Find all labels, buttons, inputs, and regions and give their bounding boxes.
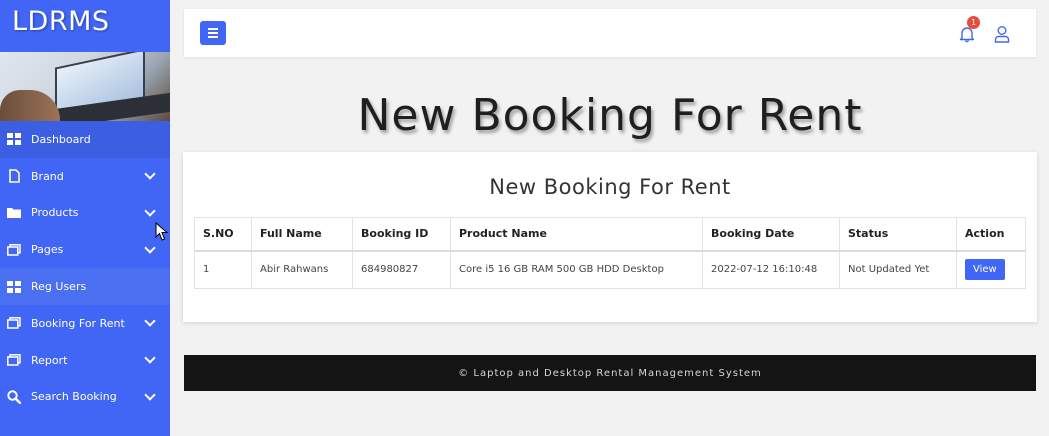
file-icon (6, 169, 22, 183)
mouse-cursor-icon (155, 222, 168, 241)
dashboard-icon (6, 132, 22, 146)
table-row: 1 Abir Rahwans 684980827 Core i5 16 GB R… (194, 250, 1026, 289)
windows-icon (6, 243, 22, 257)
chevron-down-icon[interactable] (144, 352, 156, 364)
sidebar-item-label: Reg Users (31, 280, 87, 294)
sidebar: LDRMS Dashboard Brand Products Pages Reg… (0, 0, 170, 436)
user-icon[interactable] (994, 25, 1010, 43)
sidebar-item-label: Brand (31, 169, 64, 183)
app-logo[interactable]: LDRMS (0, 0, 170, 52)
sidebar-item-label: Dashboard (31, 132, 91, 146)
sidebar-item-label: Search Booking (31, 390, 117, 404)
windows-icon (6, 353, 22, 367)
sidebar-item-reg-users[interactable]: Reg Users (0, 268, 170, 305)
booking-table: S.NO Full Name Booking ID Product Name B… (194, 217, 1026, 289)
column-header: Booking Date (702, 217, 840, 252)
column-header: Booking ID (352, 217, 451, 252)
sidebar-item-label: Booking For Rent (31, 316, 125, 330)
view-button[interactable]: View (965, 259, 1005, 281)
column-header: S.NO (194, 217, 252, 252)
page-title: New Booking For Rent (357, 90, 863, 141)
sidebar-item-label: Report (31, 353, 68, 367)
booking-card: New Booking For Rent S.NO Full Name Book… (183, 152, 1037, 322)
menu-toggle-button[interactable] (200, 21, 226, 45)
dashboard-icon (6, 280, 22, 294)
table-header-row: S.NO Full Name Booking ID Product Name B… (194, 217, 1026, 252)
sidebar-item-label: Products (31, 206, 79, 220)
cell-sno: 1 (194, 250, 252, 289)
column-header: Full Name (251, 217, 353, 252)
card-title: New Booking For Rent (489, 175, 731, 199)
chevron-down-icon[interactable] (144, 389, 156, 401)
cell-booking-date: 2022-07-12 16:10:48 (702, 250, 840, 289)
chevron-down-icon[interactable] (144, 242, 156, 254)
cell-product-name: Core i5 16 GB RAM 500 GB HDD Desktop (450, 250, 703, 289)
sidebar-item-dashboard[interactable]: Dashboard (0, 121, 170, 158)
chevron-down-icon[interactable] (144, 205, 156, 217)
sidebar-item-pages[interactable]: Pages (0, 231, 170, 268)
chevron-down-icon[interactable] (144, 168, 156, 180)
sidebar-nav: Dashboard Brand Products Pages Reg Users… (0, 121, 170, 415)
cell-booking-id: 684980827 (352, 250, 451, 289)
cell-full-name: Abir Rahwans (251, 250, 353, 289)
footer: © Laptop and Desktop Rental Management S… (184, 355, 1036, 391)
sidebar-item-report[interactable]: Report (0, 342, 170, 379)
sidebar-item-products[interactable]: Products (0, 195, 170, 232)
sidebar-item-booking-for-rent[interactable]: Booking For Rent (0, 305, 170, 342)
cell-action: View (956, 250, 1026, 289)
sidebar-item-brand[interactable]: Brand (0, 158, 170, 195)
column-header: Status (839, 217, 957, 252)
sidebar-banner-image (0, 52, 170, 121)
sidebar-item-search-booking[interactable]: Search Booking (0, 379, 170, 416)
sidebar-item-label: Pages (31, 243, 64, 257)
column-header: Product Name (450, 217, 703, 252)
cell-status: Not Updated Yet (839, 250, 957, 289)
windows-icon (6, 316, 22, 330)
folder-icon (6, 206, 22, 220)
notification-badge: 1 (967, 16, 980, 29)
search-icon (6, 390, 22, 404)
chevron-down-icon[interactable] (144, 315, 156, 328)
column-header: Action (956, 217, 1026, 252)
top-bar: 1 (184, 9, 1036, 57)
